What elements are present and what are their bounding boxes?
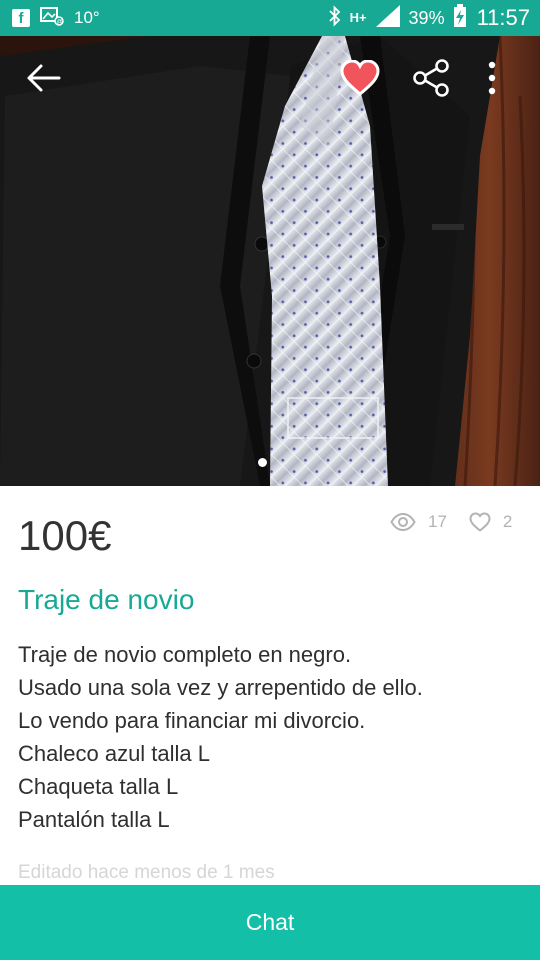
description-line: Usado una sola vez y arrepentido de ello… xyxy=(18,675,423,700)
back-arrow-icon xyxy=(27,64,61,92)
edited-timestamp: Editado hace menos de 1 mes xyxy=(18,862,275,883)
battery-charging-icon xyxy=(453,4,467,32)
description-line: Pantalón talla L xyxy=(18,807,170,832)
description-line: Lo vendo para financiar mi divorcio. xyxy=(18,708,366,733)
battery-percent: 39% xyxy=(408,7,445,28)
heart-outline-icon xyxy=(469,512,491,532)
status-bar: f @ 10° H+ 39% 11:57 xyxy=(0,0,540,36)
facebook-icon: f xyxy=(12,9,30,27)
share-button[interactable] xyxy=(408,54,456,102)
views-count: 17 xyxy=(428,512,447,531)
more-vert-icon xyxy=(488,61,496,95)
favorite-button[interactable] xyxy=(336,54,384,102)
svg-text:@: @ xyxy=(57,20,63,26)
signal-icon xyxy=(375,4,401,32)
chat-button-label: Chat xyxy=(245,909,295,935)
status-right: H+ 39% 11:57 xyxy=(320,4,530,32)
description-line: Traje de novio completo en negro. xyxy=(18,642,352,667)
share-icon xyxy=(413,59,449,97)
listing-description: Traje de novio completo en negro. Usado … xyxy=(18,638,423,836)
views-stat: 17 xyxy=(390,512,447,532)
likes-stat: 2 xyxy=(469,512,512,532)
bluetooth-icon xyxy=(328,5,342,31)
temperature: 10° xyxy=(74,8,100,27)
back-button[interactable] xyxy=(20,56,66,100)
description-line: Chaqueta talla L xyxy=(18,774,179,799)
listing-stats: 17 2 xyxy=(390,512,512,532)
listing-price: 100€ xyxy=(18,512,112,559)
description-line: Chaleco azul talla L xyxy=(18,741,211,766)
eye-icon xyxy=(390,513,416,531)
network-type: H+ xyxy=(349,10,367,25)
status-left: f @ 10° xyxy=(12,6,110,30)
heart-icon xyxy=(340,60,380,96)
carousel-page-indicator xyxy=(258,458,267,467)
more-options-button[interactable] xyxy=(476,54,508,102)
listing-title: Traje de novio xyxy=(18,584,195,615)
photo-toolbar xyxy=(0,36,540,120)
chat-button[interactable]: Chat xyxy=(0,885,540,960)
clock: 11:57 xyxy=(476,5,530,30)
likes-count: 2 xyxy=(502,512,513,531)
picture-mail-icon: @ xyxy=(40,6,64,30)
